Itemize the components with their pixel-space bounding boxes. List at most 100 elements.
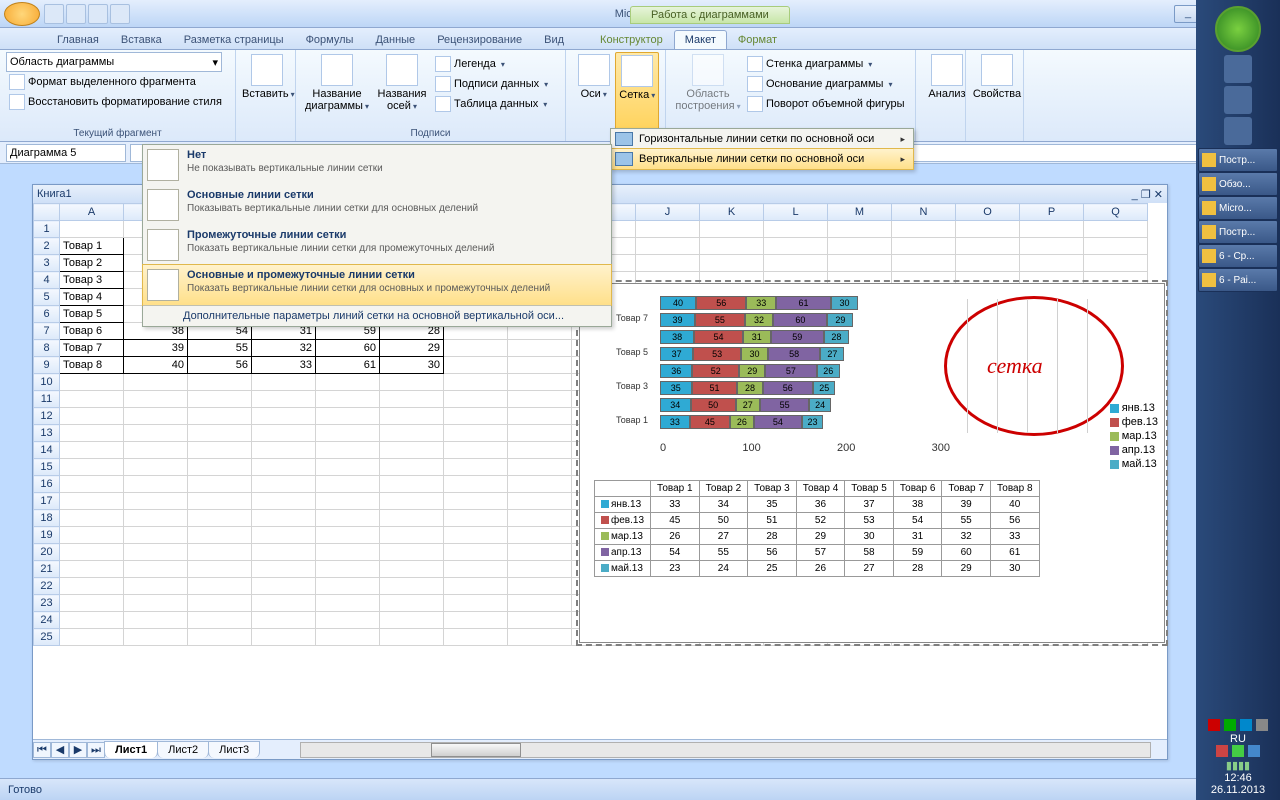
col-header[interactable]: L xyxy=(764,204,828,221)
sheet-nav-first[interactable]: ⏮ xyxy=(33,742,51,758)
row-header[interactable]: 2 xyxy=(34,238,60,255)
row-header[interactable]: 16 xyxy=(34,476,60,493)
gridlines-major-option[interactable]: Основные линии сеткиПоказывать вертикаль… xyxy=(143,185,611,225)
wb-max[interactable]: ❐ xyxy=(1141,189,1151,201)
col-header[interactable]: N xyxy=(892,204,956,221)
language-indicator[interactable]: RU xyxy=(1208,733,1268,745)
tab-insert[interactable]: Вставка xyxy=(110,30,173,49)
legend-button[interactable]: Легенда xyxy=(432,54,551,74)
rotation-button[interactable]: Поворот объемной фигуры xyxy=(744,94,908,114)
taskbar-app[interactable]: Обзо... xyxy=(1198,172,1278,196)
sheet-tab-2[interactable]: Лист2 xyxy=(157,741,209,758)
row-header[interactable]: 4 xyxy=(34,272,60,289)
row-header[interactable]: 17 xyxy=(34,493,60,510)
quicklaunch-icon[interactable] xyxy=(1224,117,1252,145)
row-header[interactable]: 9 xyxy=(34,357,60,374)
sheet-tab-3[interactable]: Лист3 xyxy=(208,741,260,758)
name-box[interactable]: Диаграмма 5 xyxy=(6,144,126,162)
row-header[interactable]: 15 xyxy=(34,459,60,476)
row-header[interactable]: 22 xyxy=(34,578,60,595)
row-header[interactable]: 8 xyxy=(34,340,60,357)
qat-save-icon[interactable] xyxy=(44,4,64,24)
row-header[interactable]: 19 xyxy=(34,527,60,544)
tray-icon[interactable] xyxy=(1232,745,1244,757)
qat-redo-icon[interactable] xyxy=(88,4,108,24)
tab-review[interactable]: Рецензирование xyxy=(426,30,533,49)
col-header[interactable]: Q xyxy=(1084,204,1148,221)
wb-min[interactable]: _ xyxy=(1132,189,1138,201)
row-header[interactable]: 6 xyxy=(34,306,60,323)
properties-button[interactable]: Свойства xyxy=(972,52,1022,100)
tab-format[interactable]: Формат xyxy=(727,30,788,49)
row-header[interactable]: 10 xyxy=(34,374,60,391)
qat-more-icon[interactable] xyxy=(110,4,130,24)
office-button[interactable] xyxy=(4,2,40,26)
chart-floor-button[interactable]: Основание диаграммы xyxy=(744,74,908,94)
quicklaunch-icon[interactable] xyxy=(1224,55,1252,83)
col-header[interactable]: M xyxy=(828,204,892,221)
taskbar-app[interactable]: Micro... xyxy=(1198,196,1278,220)
row-header[interactable]: 21 xyxy=(34,561,60,578)
row-header[interactable]: 11 xyxy=(34,391,60,408)
row-header[interactable]: 25 xyxy=(34,629,60,646)
taskbar-app[interactable]: 6 - Pai... xyxy=(1198,268,1278,292)
axes-button[interactable]: Оси xyxy=(572,52,615,139)
chart-title-button[interactable]: Название диаграммы xyxy=(302,52,372,139)
more-gridline-options[interactable]: Дополнительные параметры линий сетки на … xyxy=(143,305,611,326)
sheet-tab-1[interactable]: Лист1 xyxy=(104,741,158,758)
tab-page-layout[interactable]: Разметка страницы xyxy=(173,30,295,49)
axis-titles-button[interactable]: Названия осей xyxy=(372,52,432,139)
qat-undo-icon[interactable] xyxy=(66,4,86,24)
format-selection-button[interactable]: Формат выделенного фрагмента xyxy=(6,72,229,92)
tab-formulas[interactable]: Формулы xyxy=(295,30,365,49)
data-table-button[interactable]: Таблица данных xyxy=(432,94,551,114)
tray-icon[interactable] xyxy=(1256,719,1268,731)
taskbar-app[interactable]: 6 - Ср... xyxy=(1198,244,1278,268)
tray-icon[interactable] xyxy=(1248,745,1260,757)
wb-close[interactable]: ✕ xyxy=(1154,189,1163,201)
tray-icon[interactable] xyxy=(1240,719,1252,731)
tab-layout[interactable]: Макет xyxy=(674,30,727,49)
reset-style-button[interactable]: Восстановить форматирование стиля xyxy=(6,92,229,112)
row-header[interactable]: 18 xyxy=(34,510,60,527)
col-header[interactable]: A xyxy=(60,204,124,221)
row-header[interactable]: 3 xyxy=(34,255,60,272)
chart-object[interactable]: Товар 1Товар 3Товар 5Товар 7 40563361303… xyxy=(579,283,1165,643)
col-header[interactable]: J xyxy=(636,204,700,221)
row-header[interactable]: 20 xyxy=(34,544,60,561)
row-header[interactable]: 13 xyxy=(34,425,60,442)
taskbar-app[interactable]: Постр... xyxy=(1198,220,1278,244)
row-header[interactable]: 1 xyxy=(34,221,60,238)
gridlines-button[interactable]: Сетка xyxy=(615,52,659,139)
horizontal-scrollbar[interactable] xyxy=(300,742,1151,758)
gridlines-none-option[interactable]: НетНе показывать вертикальные линии сетк… xyxy=(143,145,611,185)
sheet-nav-prev[interactable]: ◀ xyxy=(51,742,69,758)
tray-icon[interactable] xyxy=(1224,719,1236,731)
row-header[interactable]: 23 xyxy=(34,595,60,612)
tab-data[interactable]: Данные xyxy=(364,30,426,49)
analysis-button[interactable]: Анализ xyxy=(922,52,972,100)
row-header[interactable]: 12 xyxy=(34,408,60,425)
tab-home[interactable]: Главная xyxy=(46,30,110,49)
insert-button[interactable]: Вставить xyxy=(242,52,292,100)
chart-wall-button[interactable]: Стенка диаграммы xyxy=(744,54,908,74)
col-header[interactable]: P xyxy=(1020,204,1084,221)
taskbar-app[interactable]: Постр... xyxy=(1198,148,1278,172)
quicklaunch-icon[interactable] xyxy=(1224,86,1252,114)
start-button[interactable] xyxy=(1215,6,1261,52)
sheet-nav-last[interactable]: ⏭ xyxy=(87,742,105,758)
chart-element-selector[interactable]: Область диаграммы▾ xyxy=(6,52,222,72)
gridlines-both-option[interactable]: Основные и промежуточные линии сеткиПока… xyxy=(142,264,612,306)
data-labels-button[interactable]: Подписи данных xyxy=(432,74,551,94)
tab-view[interactable]: Вид xyxy=(533,30,575,49)
row-header[interactable]: 14 xyxy=(34,442,60,459)
col-header[interactable]: K xyxy=(700,204,764,221)
row-header[interactable]: 24 xyxy=(34,612,60,629)
row-header[interactable]: 7 xyxy=(34,323,60,340)
tray-icon[interactable] xyxy=(1208,719,1220,731)
horizontal-gridlines-item[interactable]: Горизонтальные линии сетки по основной о… xyxy=(611,129,913,149)
row-header[interactable]: 5 xyxy=(34,289,60,306)
col-header[interactable]: O xyxy=(956,204,1020,221)
vertical-gridlines-item[interactable]: Вертикальные линии сетки по основной оси xyxy=(610,148,914,170)
clock-time[interactable]: 12:46 xyxy=(1208,772,1268,784)
